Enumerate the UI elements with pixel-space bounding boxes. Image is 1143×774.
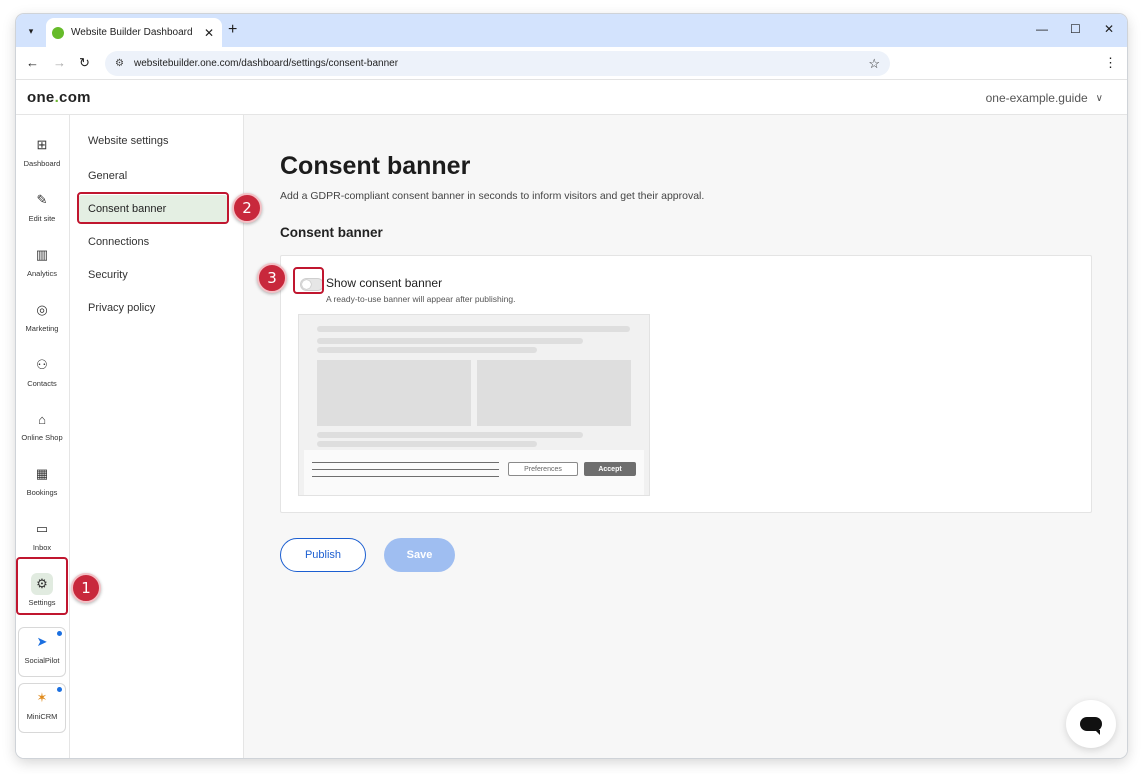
bookings-calendar-icon: ▦ <box>35 466 49 481</box>
marketing-icon: ◎ <box>36 302 48 317</box>
nav-label: Edit site <box>28 214 56 223</box>
section-title: Consent banner <box>280 225 383 240</box>
save-button[interactable]: Save <box>384 538 455 572</box>
favicon-icon <box>52 26 64 39</box>
submenu-item-privacy-policy[interactable]: Privacy policy <box>78 294 228 321</box>
consent-banner-card: Show consent banner A ready-to-use banne… <box>280 255 1092 513</box>
nav-edit-site[interactable]: ✎ Edit site <box>16 186 68 236</box>
notification-dot <box>57 687 62 692</box>
tab-close-icon[interactable]: ✕ <box>204 26 214 40</box>
one-com-logo[interactable]: one.com <box>27 89 91 106</box>
site-name: one-example.guide <box>985 91 1088 105</box>
preview-consent-banner: Preferences Accept <box>304 450 644 495</box>
browser-menu-icon[interactable]: ⋮ <box>1104 55 1117 71</box>
preview-preferences-button: Preferences <box>508 462 578 476</box>
callout-marker-3: 3 <box>257 263 287 293</box>
preview-placeholder-image <box>477 360 631 426</box>
close-window-icon[interactable]: ✕ <box>1104 22 1114 36</box>
analytics-icon: ▥ <box>35 247 49 262</box>
publish-button[interactable]: Publish <box>280 538 366 572</box>
submenu-item-connections[interactable]: Connections <box>78 228 228 255</box>
submenu-title: Website settings <box>88 135 169 147</box>
main-content: Consent banner Add a GDPR-compliant cons… <box>244 115 1127 758</box>
preview-placeholder-line <box>317 441 537 447</box>
chat-support-button[interactable] <box>1066 700 1116 748</box>
nav-label: Dashboard <box>23 159 61 168</box>
nav-label: Bookings <box>26 488 58 497</box>
preview-banner-line <box>312 462 499 463</box>
preview-banner-line <box>312 469 499 470</box>
app-minicrm[interactable]: ✶ MiniCRM <box>18 683 66 733</box>
page-description: Add a GDPR-compliant consent banner in s… <box>280 190 705 202</box>
app-label: MiniCRM <box>26 712 58 721</box>
logo-suffix: com <box>59 89 91 106</box>
app-socialpilot[interactable]: ➤ SocialPilot <box>18 627 66 677</box>
dashboard-icon: ⊞ <box>36 137 48 152</box>
browser-toolbar: ← → ↻ ⚙ websitebuilder.one.com/dashboard… <box>16 47 1127 80</box>
banner-preview-illustration: Preferences Accept <box>298 314 650 496</box>
nav-contacts[interactable]: ⚇ Contacts <box>16 351 68 401</box>
minicrm-icon: ✶ <box>36 690 48 705</box>
highlight-toggle <box>293 267 324 294</box>
shop-icon: ⌂ <box>38 411 46 427</box>
reload-icon[interactable]: ↻ <box>79 55 90 71</box>
main-nav-rail: ⊞ Dashboard ✎ Edit site ▥ Analytics ◎ Ma… <box>16 115 70 758</box>
nav-label: Marketing <box>25 324 59 333</box>
preview-placeholder-line <box>317 432 583 438</box>
back-icon[interactable]: ← <box>26 55 39 70</box>
nav-label: Online Shop <box>21 433 63 442</box>
preview-banner-line <box>312 476 499 477</box>
preview-placeholder-line <box>317 347 537 353</box>
tab-search-icon[interactable]: ▾ <box>22 22 40 40</box>
browser-tab[interactable]: Website Builder Dashboard ✕ <box>46 18 222 47</box>
bookmark-star-icon[interactable]: ☆ <box>868 56 880 72</box>
inbox-icon: ▭ <box>35 521 49 536</box>
nav-dashboard[interactable]: ⊞ Dashboard <box>16 131 68 181</box>
preview-placeholder-line <box>317 326 630 332</box>
highlight-settings <box>16 557 68 615</box>
callout-marker-1: 1 <box>71 573 101 603</box>
url-text[interactable]: websitebuilder.one.com/dashboard/setting… <box>134 58 398 69</box>
toggle-label: Show consent banner <box>326 276 443 290</box>
minimize-icon[interactable]: — <box>1036 22 1048 36</box>
maximize-icon[interactable]: ☐ <box>1070 22 1081 36</box>
logo-prefix: one <box>27 89 55 106</box>
address-bar[interactable]: ⚙ websitebuilder.one.com/dashboard/setti… <box>105 51 890 76</box>
forward-icon[interactable]: → <box>53 55 66 70</box>
preview-accept-button: Accept <box>584 462 636 476</box>
edit-site-icon: ✎ <box>36 192 48 207</box>
preview-placeholder-line <box>317 338 583 344</box>
toggle-help-text: A ready-to-use banner will appear after … <box>326 294 516 304</box>
nav-label: Analytics <box>26 269 57 278</box>
tab-strip: ▾ Website Builder Dashboard ✕ + — ☐ ✕ <box>16 14 1127 47</box>
notification-dot <box>57 631 62 636</box>
callout-marker-2: 2 <box>232 193 262 223</box>
site-info-icon[interactable]: ⚙ <box>115 58 124 69</box>
site-selector[interactable]: one-example.guide ∨ <box>986 91 1103 105</box>
nav-label: Inbox <box>32 543 52 552</box>
highlight-consent-banner <box>77 192 229 224</box>
nav-marketing[interactable]: ◎ Marketing <box>16 296 68 346</box>
new-tab-button[interactable]: + <box>228 21 237 39</box>
chat-bubble-icon <box>1080 717 1102 735</box>
contacts-icon: ⚇ <box>36 357 48 372</box>
chevron-down-icon: ∨ <box>1095 92 1103 104</box>
tab-title: Website Builder Dashboard <box>71 27 193 38</box>
browser-window: ▾ Website Builder Dashboard ✕ + — ☐ ✕ ← … <box>16 14 1127 758</box>
submenu-item-security[interactable]: Security <box>78 261 228 288</box>
nav-label: Contacts <box>27 379 57 388</box>
socialpilot-icon: ➤ <box>36 634 48 649</box>
nav-analytics[interactable]: ▥ Analytics <box>16 241 68 291</box>
app-header: one.com one-example.guide ∨ <box>16 81 1127 115</box>
nav-bookings[interactable]: ▦ Bookings <box>16 460 68 510</box>
nav-online-shop[interactable]: ⌂ Online Shop <box>16 405 68 455</box>
app-label: SocialPilot <box>24 656 60 665</box>
submenu-item-general[interactable]: General <box>78 162 228 189</box>
page-title: Consent banner <box>280 152 471 180</box>
preview-placeholder-image <box>317 360 471 426</box>
